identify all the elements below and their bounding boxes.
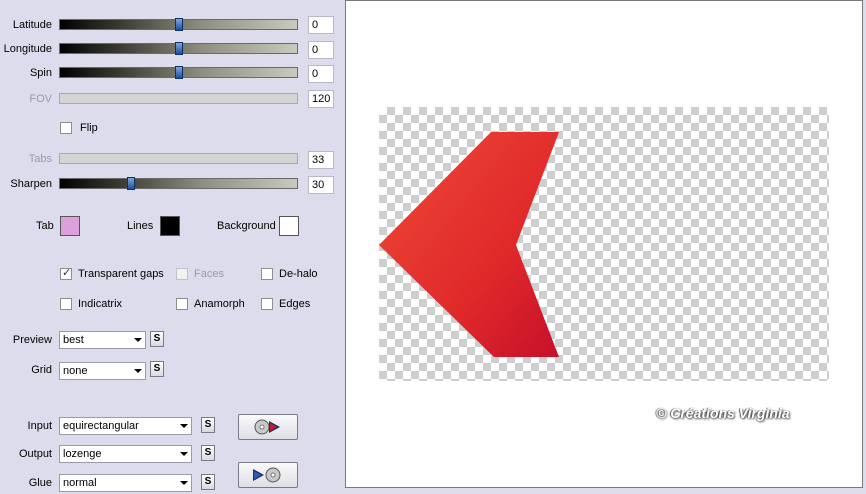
preview-canvas: © Créations Virginia [345, 0, 863, 488]
tabs-label: Tabs [28, 153, 52, 165]
checkmark-icon: ✓ [62, 267, 72, 279]
fov-slider [59, 93, 298, 104]
background-color-swatch[interactable] [279, 216, 299, 236]
input-select[interactable]: equirectangular [59, 417, 192, 435]
tab-color-label: Tab [36, 220, 54, 232]
edges-label: Edges [279, 298, 311, 310]
fov-field: 120 [308, 90, 334, 108]
input-value: equirectangular [63, 420, 139, 432]
indicatrix-label: Indicatrix [78, 298, 123, 310]
watermark-text: © Créations Virginia [656, 405, 790, 421]
latitude-field[interactable]: 0 [308, 16, 334, 34]
transparency-checkerboard [379, 107, 829, 381]
input-label: Input [27, 420, 52, 432]
load-input-button[interactable] [238, 414, 298, 440]
edges-checkbox[interactable] [261, 298, 273, 310]
transparent-gaps-checkbox[interactable]: ✓ [60, 267, 72, 280]
background-color-label: Background [217, 220, 276, 232]
anamorph-label: Anamorph [194, 298, 245, 310]
output-s-button[interactable]: S [201, 445, 215, 461]
chevron-down-icon [180, 481, 188, 485]
output-select[interactable]: lozenge [59, 445, 192, 463]
sharpen-label: Sharpen [10, 178, 52, 190]
flip-checkbox[interactable] [60, 122, 72, 134]
preview-value: best [63, 334, 84, 346]
disc-play-icon [254, 419, 280, 435]
arrow-shape [379, 132, 559, 357]
preview-s-button[interactable]: S [150, 331, 164, 347]
grid-s-button[interactable]: S [150, 361, 164, 377]
glue-select[interactable]: normal [59, 474, 192, 492]
de-halo-checkbox[interactable] [261, 268, 273, 280]
faces-label: Faces [194, 268, 224, 280]
sharpen-field[interactable]: 30 [308, 176, 334, 194]
glue-value: normal [63, 477, 97, 489]
transparent-gaps-label: Transparent gaps [78, 268, 164, 280]
spin-slider-thumb[interactable] [174, 66, 183, 79]
play-disc-icon [253, 467, 281, 483]
chevron-down-icon [180, 424, 188, 428]
de-halo-label: De-halo [279, 268, 318, 280]
save-output-button[interactable] [238, 462, 298, 488]
glue-s-button[interactable]: S [201, 474, 215, 490]
sharpen-slider[interactable] [59, 177, 298, 190]
indicatrix-checkbox[interactable] [60, 298, 72, 310]
chevron-down-icon [134, 369, 142, 373]
output-value: lozenge [63, 448, 102, 460]
grid-label: Grid [31, 364, 52, 376]
grid-value: none [63, 365, 88, 377]
anamorph-checkbox[interactable] [176, 298, 188, 310]
preview-select[interactable]: best [59, 331, 146, 349]
longitude-label: Longitude [3, 43, 52, 55]
grid-select[interactable]: none [59, 362, 146, 380]
input-s-button[interactable]: S [201, 417, 215, 433]
flip-label: Flip [80, 122, 98, 134]
lines-color-label: Lines [127, 220, 154, 232]
faces-checkbox [176, 268, 188, 280]
chevron-down-icon [134, 338, 142, 342]
tabs-slider [59, 153, 298, 164]
longitude-slider[interactable] [59, 42, 298, 55]
sharpen-slider-thumb[interactable] [127, 177, 136, 190]
latitude-slider-thumb[interactable] [174, 18, 183, 31]
fov-label: FOV [29, 93, 52, 105]
spin-slider[interactable] [59, 66, 298, 79]
spin-label: Spin [29, 67, 52, 79]
latitude-slider[interactable] [59, 18, 298, 31]
glue-label: Glue [28, 477, 52, 489]
longitude-slider-thumb[interactable] [174, 42, 183, 55]
tabs-field[interactable]: 33 [308, 151, 334, 169]
chevron-down-icon [180, 452, 188, 456]
preview-label: Preview [12, 334, 52, 346]
lines-color-swatch[interactable] [160, 216, 180, 236]
tab-color-swatch[interactable] [60, 216, 80, 236]
spin-field[interactable]: 0 [308, 65, 334, 83]
output-label: Output [18, 448, 52, 460]
longitude-field[interactable]: 0 [308, 41, 334, 59]
latitude-label: Latitude [12, 19, 52, 31]
